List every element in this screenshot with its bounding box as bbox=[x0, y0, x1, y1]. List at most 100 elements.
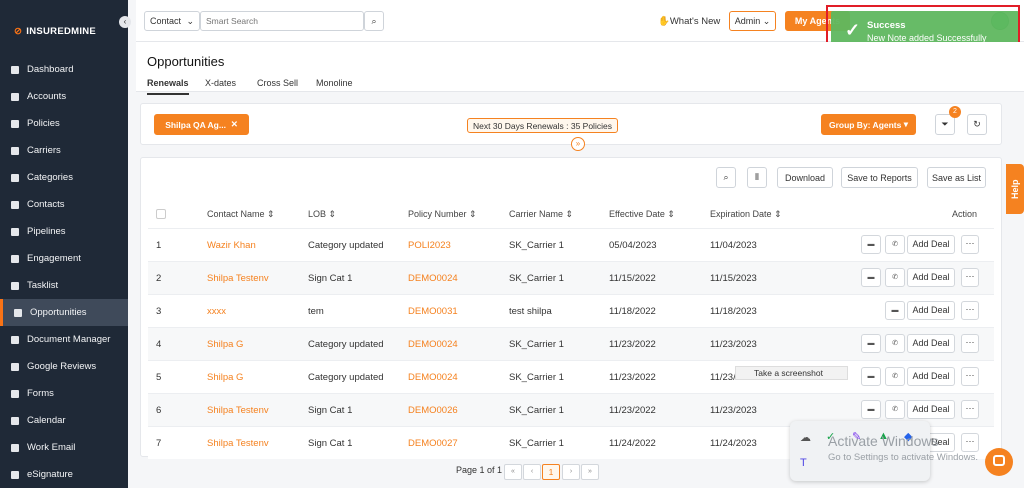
table-row[interactable]: 4 Shilpa G Category updated DEMO0024 SK_Carr… bbox=[148, 327, 994, 360]
agent-filter-chip[interactable]: Shilpa QA Ag... ✕ bbox=[154, 114, 249, 135]
sidebar-item-contacts[interactable]: Contacts bbox=[0, 191, 128, 218]
add-deal-button[interactable]: Add Deal bbox=[907, 367, 955, 386]
cell-policy[interactable]: DEMO0031 bbox=[408, 306, 458, 317]
sidebar-item-carriers[interactable]: Carriers bbox=[0, 137, 128, 164]
cell-policy[interactable]: DEMO0024 bbox=[408, 339, 458, 350]
sidebar-item-esignature[interactable]: eSignature bbox=[0, 461, 128, 488]
note-icon[interactable]: ▬ bbox=[861, 334, 881, 353]
phone-icon[interactable]: ✆ bbox=[885, 334, 905, 353]
cell-contact[interactable]: Shilpa Testenv bbox=[207, 405, 269, 416]
save-as-list-button[interactable]: Save as List bbox=[927, 167, 986, 188]
sidebar-item-calendar[interactable]: Calendar bbox=[0, 407, 128, 434]
cell-policy[interactable]: DEMO0026 bbox=[408, 405, 458, 416]
close-icon[interactable]: ✕ bbox=[231, 119, 238, 130]
more-options-icon[interactable]: ··· bbox=[961, 334, 979, 353]
hand-icon: ✋ bbox=[658, 16, 670, 27]
tab-cross-sell[interactable]: Cross Sell bbox=[257, 78, 298, 88]
sidebar-item-pipelines[interactable]: Pipelines bbox=[0, 218, 128, 245]
more-options-icon[interactable]: ··· bbox=[961, 268, 979, 287]
add-deal-button[interactable]: Add Deal bbox=[907, 268, 955, 287]
table-search-button[interactable]: ⌕ bbox=[716, 167, 736, 188]
cell-contact[interactable]: Shilpa Testenv bbox=[207, 438, 269, 449]
note-icon[interactable]: ▬ bbox=[861, 268, 881, 287]
sidebar-item-google-reviews[interactable]: Google Reviews bbox=[0, 353, 128, 380]
cell-contact[interactable]: Shilpa Testenv bbox=[207, 273, 269, 284]
chat-button[interactable] bbox=[985, 448, 1013, 476]
sidebar-item-categories[interactable]: Categories bbox=[0, 164, 128, 191]
select-all-checkbox[interactable] bbox=[156, 209, 166, 219]
add-deal-button[interactable]: Add Deal bbox=[907, 400, 955, 419]
note-icon[interactable]: ▬ bbox=[885, 301, 905, 320]
tab-x-dates[interactable]: X-dates bbox=[205, 78, 236, 88]
sidebar-item-engagement[interactable]: Engagement bbox=[0, 245, 128, 272]
table-row[interactable]: 2 Shilpa Testenv Sign Cat 1 DEMO0024 SK_Carr… bbox=[148, 261, 994, 294]
cell-policy[interactable]: DEMO0027 bbox=[408, 438, 458, 449]
more-options-icon[interactable]: ··· bbox=[961, 301, 979, 320]
expand-icon[interactable]: » bbox=[571, 137, 585, 151]
note-icon[interactable]: ▬ bbox=[861, 400, 881, 419]
windows-watermark-title: Activate Windows bbox=[828, 433, 939, 449]
phone-icon[interactable]: ✆ bbox=[885, 268, 905, 287]
tab-renewals[interactable]: Renewals bbox=[147, 78, 189, 95]
column-header-effective[interactable]: Effective Date ⇕ bbox=[609, 209, 675, 220]
cell-policy[interactable]: DEMO0024 bbox=[408, 273, 458, 284]
filter-bar: Shilpa QA Ag... ✕ Next 30 Days Renewals … bbox=[140, 103, 1002, 151]
first-page-button[interactable]: « bbox=[504, 464, 522, 480]
sidebar-item-opportunities[interactable]: Opportunities bbox=[0, 299, 128, 326]
sidebar-item-accounts[interactable]: Accounts bbox=[0, 83, 128, 110]
save-to-reports-button[interactable]: Save to Reports bbox=[841, 167, 918, 188]
role-select[interactable]: Admin ⌄ bbox=[729, 11, 776, 31]
column-header-carrier[interactable]: Carrier Name ⇕ bbox=[509, 209, 573, 220]
tab-monoline[interactable]: Monoline bbox=[316, 78, 353, 88]
cell-contact[interactable]: Wazir Khan bbox=[207, 240, 256, 251]
sidebar-item-tasklist[interactable]: Tasklist bbox=[0, 272, 128, 299]
note-icon[interactable]: ▬ bbox=[861, 235, 881, 254]
phone-icon[interactable]: ✆ bbox=[885, 400, 905, 419]
sidebar-item-forms[interactable]: Forms bbox=[0, 380, 128, 407]
search-input[interactable] bbox=[200, 11, 364, 31]
search-button[interactable]: ⌕ bbox=[364, 11, 384, 31]
more-options-icon[interactable]: ··· bbox=[961, 235, 979, 254]
cell-policy[interactable]: DEMO0024 bbox=[408, 372, 458, 383]
phone-icon[interactable]: ✆ bbox=[885, 367, 905, 386]
sidebar-item-work-email[interactable]: Work Email bbox=[0, 434, 128, 461]
columns-button[interactable]: ⦀ bbox=[747, 167, 767, 188]
cell-contact[interactable]: Shilpa G bbox=[207, 372, 243, 383]
refresh-button[interactable]: ↻ bbox=[967, 114, 987, 135]
next-page-button[interactable]: › bbox=[562, 464, 580, 480]
sort-icon: ⇕ bbox=[328, 209, 337, 219]
sidebar-collapse-button[interactable]: ‹ bbox=[119, 16, 131, 28]
prev-page-button[interactable]: ‹ bbox=[523, 464, 541, 480]
help-tab[interactable]: Help bbox=[1006, 164, 1024, 214]
group-by-select[interactable]: Group By: Agents ▾ bbox=[821, 114, 916, 135]
search-scope-select[interactable]: Contact ⌄ bbox=[144, 11, 200, 31]
cell-policy[interactable]: POLI2023 bbox=[408, 240, 451, 251]
cell-contact[interactable]: xxxx bbox=[207, 306, 226, 317]
page-number-button[interactable]: 1 bbox=[542, 464, 560, 480]
column-header-policy[interactable]: Policy Number ⇕ bbox=[408, 209, 477, 220]
add-deal-button[interactable]: Add Deal bbox=[907, 334, 955, 353]
more-options-icon[interactable]: ··· bbox=[961, 400, 979, 419]
page-header: Opportunities Renewals X-dates Cross Sel… bbox=[136, 42, 1024, 95]
sidebar-item-policies[interactable]: Policies bbox=[0, 110, 128, 137]
sidebar-item-document-manager[interactable]: Document Manager bbox=[0, 326, 128, 353]
cell-contact[interactable]: Shilpa G bbox=[207, 339, 243, 350]
more-options-icon[interactable]: ··· bbox=[961, 367, 979, 386]
phone-icon[interactable]: ✆ bbox=[885, 235, 905, 254]
table-row[interactable]: 3 xxxx tem DEMO0031 test shilpa 11/18/2022 11/… bbox=[148, 294, 994, 327]
sidebar-item-dashboard[interactable]: Dashboard bbox=[0, 56, 128, 83]
whats-new-link[interactable]: ✋What's New bbox=[658, 16, 720, 27]
column-header-contact[interactable]: Contact Name ⇕ bbox=[207, 209, 275, 220]
column-header-expiration[interactable]: Expiration Date ⇕ bbox=[710, 209, 782, 220]
table-row[interactable]: 1 Wazir Khan Category updated POLI2023 SK_Ca… bbox=[148, 228, 994, 261]
table-row[interactable]: 5 Shilpa G Category updated DEMO0024 SK_Carr… bbox=[148, 360, 994, 393]
column-header-lob[interactable]: LOB ⇕ bbox=[308, 209, 336, 220]
teams-icon[interactable]: T bbox=[800, 457, 807, 469]
note-icon[interactable]: ▬ bbox=[861, 367, 881, 386]
last-page-button[interactable]: » bbox=[581, 464, 599, 480]
add-deal-button[interactable]: Add Deal bbox=[907, 301, 955, 320]
more-options-icon[interactable]: ··· bbox=[961, 433, 979, 452]
cloud-icon[interactable]: ☁ bbox=[800, 431, 811, 444]
add-deal-button[interactable]: Add Deal bbox=[907, 235, 955, 254]
download-button[interactable]: Download bbox=[777, 167, 833, 188]
